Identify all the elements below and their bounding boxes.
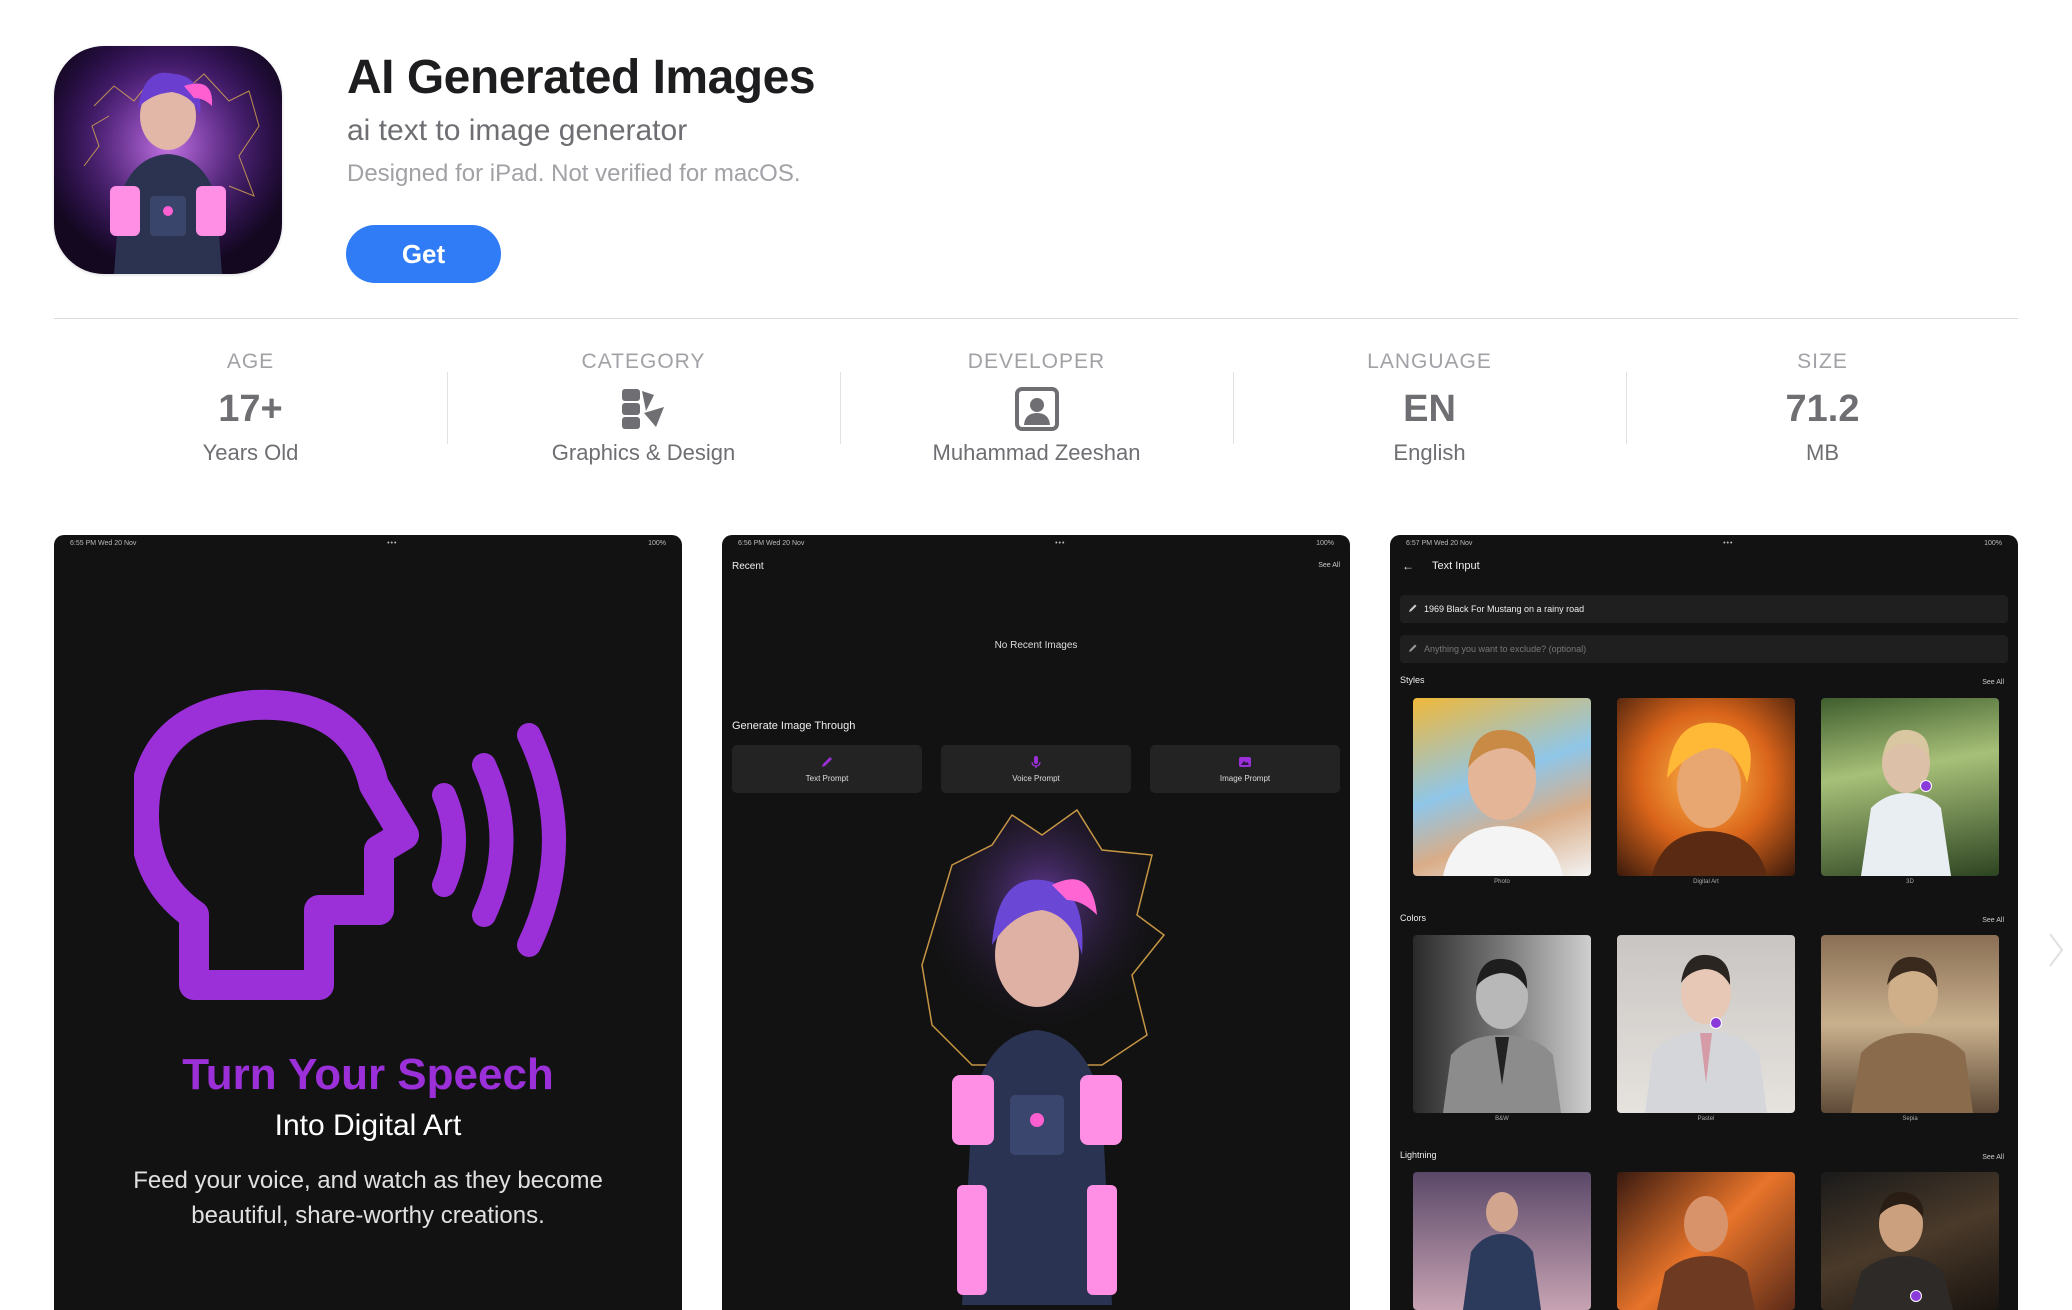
info-sub: MB xyxy=(1806,440,1839,465)
tile-caption: B&W xyxy=(1495,1116,1509,1122)
chevron-right-icon[interactable] xyxy=(2046,930,2066,970)
status-time: 6:55 PM Wed 20 Nov xyxy=(70,540,137,547)
image-icon xyxy=(1239,757,1251,767)
styles-heading: Styles xyxy=(1400,675,1425,685)
tile-caption: Photo xyxy=(1494,879,1510,885)
info-developer: DEVELOPER Muhammad Zeeshan xyxy=(840,350,1233,470)
app-title: AI Generated Images xyxy=(347,51,816,104)
generate-through-heading: Generate Image Through xyxy=(732,720,856,732)
screenshot-1[interactable]: 6:55 PM Wed 20 Nov ••• 100% Turn Your Sp… xyxy=(54,535,682,1310)
style-tile-3d xyxy=(1821,698,1999,876)
info-size: SIZE 71.2 MB xyxy=(1626,350,2019,470)
status-battery: 100% xyxy=(648,540,666,547)
colors-heading: Colors xyxy=(1400,913,1427,923)
speech-subline: Into Digital Art xyxy=(274,1109,462,1142)
speech-description: Feed your voice, and watch as they becom… xyxy=(133,1167,603,1229)
info-value: 17+ xyxy=(218,388,283,430)
info-label: LANGUAGE xyxy=(1367,350,1492,373)
see-all-link: See All xyxy=(1982,679,2004,686)
status-bar: 6:56 PM Wed 20 Nov ••• 100% xyxy=(738,540,1334,552)
see-all-link: See All xyxy=(1982,917,2004,924)
tile-caption: Digital Art xyxy=(1693,879,1719,885)
more-dots-icon: ••• xyxy=(387,540,398,547)
back-arrow-icon: ← xyxy=(1402,559,1414,573)
pencil-icon xyxy=(1409,604,1417,612)
selected-badge xyxy=(1920,780,1932,792)
status-battery: 100% xyxy=(1316,540,1334,547)
cyber-girl-illustration xyxy=(921,808,1166,1305)
graphics-design-icon xyxy=(447,382,840,436)
pencil-icon xyxy=(822,757,832,767)
pencil-icon xyxy=(1409,644,1417,652)
info-sub[interactable]: Muhammad Zeeshan xyxy=(840,440,1233,466)
status-bar: 6:55 PM Wed 20 Nov ••• 100% xyxy=(70,540,666,552)
lightning-tile-1 xyxy=(1413,1172,1591,1310)
app-subtitle: ai text to image generator xyxy=(347,114,688,147)
speech-headline: Turn Your Speech xyxy=(182,1050,554,1099)
color-tile-bw xyxy=(1413,935,1591,1113)
header-divider xyxy=(54,318,2018,319)
info-sub: Years Old xyxy=(202,440,299,465)
see-all-link: See All xyxy=(1982,1154,2004,1161)
microphone-icon xyxy=(1031,756,1041,768)
info-label: SIZE xyxy=(1797,350,1848,373)
text-input-title: Text Input xyxy=(1432,560,1480,572)
see-all-link: See All xyxy=(1318,562,1340,569)
info-age: AGE 17+ Years Old xyxy=(54,350,447,470)
tile-caption: Pastel xyxy=(1697,1116,1715,1122)
text-prompt-button: Text Prompt xyxy=(732,745,922,793)
more-dots-icon: ••• xyxy=(1055,540,1066,547)
status-battery: 100% xyxy=(1984,540,2002,547)
status-time: 6:57 PM Wed 20 Nov xyxy=(1406,540,1473,547)
button-label: Voice Prompt xyxy=(1012,774,1060,783)
color-tile-sepia xyxy=(1821,935,1999,1113)
info-sub: Graphics & Design xyxy=(551,440,736,465)
screenshot-3[interactable]: 6:57 PM Wed 20 Nov ••• 100% ← Text Input… xyxy=(1390,535,2018,1310)
style-tile-photo xyxy=(1413,698,1591,876)
button-label: Image Prompt xyxy=(1219,774,1271,783)
tile-caption: Sepia xyxy=(1902,1116,1918,1122)
selected-badge xyxy=(1910,1290,1922,1302)
info-sub: English xyxy=(1393,440,1466,465)
app-icon xyxy=(54,46,282,274)
no-recent-text: No Recent Images xyxy=(994,640,1078,651)
compatibility-note: Designed for iPad. Not verified for macO… xyxy=(347,160,801,187)
recent-heading: Recent xyxy=(732,561,764,572)
image-prompt-button: Image Prompt xyxy=(1150,745,1340,793)
lightning-tile-2 xyxy=(1617,1172,1795,1310)
info-language: LANGUAGE EN English xyxy=(1233,350,1626,470)
info-label: DEVELOPER xyxy=(967,350,1106,373)
developer-person-icon xyxy=(840,382,1233,436)
info-label: CATEGORY xyxy=(581,350,706,373)
info-label: AGE xyxy=(226,350,275,373)
status-bar: 6:57 PM Wed 20 Nov ••• 100% xyxy=(1406,540,2002,552)
get-button[interactable]: Get xyxy=(346,225,501,283)
style-tile-digital-art xyxy=(1617,698,1795,876)
lightning-tile-3 xyxy=(1821,1172,1999,1310)
status-time: 6:56 PM Wed 20 Nov xyxy=(738,540,805,547)
exclude-placeholder: Anything you want to exclude? (optional) xyxy=(1424,644,1587,654)
screenshot-2[interactable]: 6:56 PM Wed 20 Nov ••• 100% Recent See A… xyxy=(722,535,1350,1310)
button-label: Text Prompt xyxy=(805,774,849,783)
info-value: 71.2 xyxy=(1785,388,1860,430)
speech-head-icon xyxy=(134,689,566,1000)
prompt-value: 1969 Black For Mustang on a rainy road xyxy=(1424,604,1585,614)
info-value: EN xyxy=(1403,388,1456,430)
info-category: CATEGORY Graphics & Design xyxy=(447,350,840,470)
lightning-heading: Lightning xyxy=(1400,1150,1437,1160)
tile-caption: 3D xyxy=(1906,879,1914,885)
selected-badge xyxy=(1710,1017,1722,1029)
more-dots-icon: ••• xyxy=(1723,540,1734,547)
exclude-field: Anything you want to exclude? (optional) xyxy=(1400,635,2008,663)
prompt-field: 1969 Black For Mustang on a rainy road xyxy=(1400,595,2008,623)
color-tile-pastel xyxy=(1617,935,1795,1113)
voice-prompt-button: Voice Prompt xyxy=(941,745,1131,793)
